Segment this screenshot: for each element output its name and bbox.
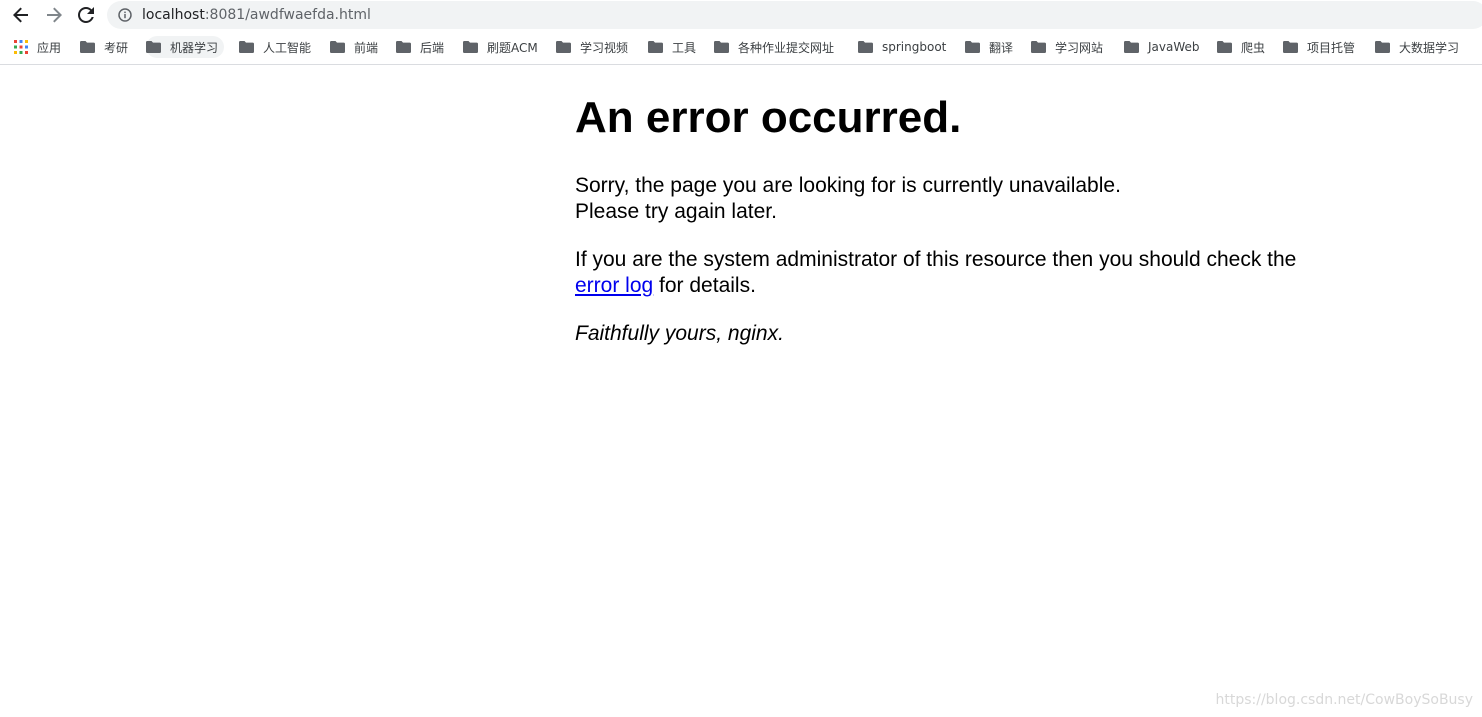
- bookmark-folder[interactable]: springboot: [858, 36, 946, 58]
- bookmark-folder[interactable]: 各种作业提交网址: [714, 36, 834, 58]
- folder-icon: [1283, 41, 1298, 53]
- reload-button[interactable]: [74, 3, 98, 27]
- bookmark-label: 机器学习: [170, 40, 219, 55]
- reload-icon: [78, 7, 94, 23]
- bookmark-folder[interactable]: 刷题ACM: [463, 36, 538, 58]
- bookmark-label: 刷题ACM: [487, 40, 538, 55]
- bookmark-folder[interactable]: 爬虫: [1217, 36, 1265, 58]
- back-arrow-icon: [13, 7, 28, 23]
- bookmark-folder[interactable]: 机器学习: [146, 36, 225, 58]
- bookmark-label: 考研: [104, 40, 129, 55]
- bookmarks-bar: 应用 考研 机器学习 人工智能 前端 后端 刷题ACM 学习视频 工具 各种作业提交网址 sprin…: [0, 36, 1482, 58]
- admin-text: If you are the system administrator of t…: [575, 248, 1297, 271]
- bookmark-label: 项目托管: [1307, 40, 1356, 55]
- bookmark-label: 各种作业提交网址: [738, 40, 835, 55]
- bookmark-folder[interactable]: JavaWeb: [1124, 36, 1200, 58]
- folder-icon: [146, 41, 161, 53]
- bookmark-folder[interactable]: 后端: [396, 36, 444, 58]
- bookmark-label: 人工智能: [263, 40, 312, 55]
- unavailable-message: Sorry, the page you are looking for is c…: [575, 173, 1375, 225]
- folder-icon: [330, 41, 345, 53]
- folder-icon: [80, 41, 95, 53]
- folder-icon: [965, 41, 980, 53]
- bookmark-folder[interactable]: 学习视频: [556, 36, 628, 58]
- folder-icon: [556, 41, 571, 53]
- bookmark-folder[interactable]: 人工智能: [239, 36, 311, 58]
- url-host: localhost: [142, 7, 205, 23]
- bookmark-folder[interactable]: 工具: [648, 36, 696, 58]
- error-log-link[interactable]: error log: [575, 274, 653, 297]
- folder-icon: [1124, 41, 1139, 53]
- folder-icon: [714, 41, 729, 53]
- folder-icon: [1217, 41, 1232, 53]
- bookmark-label: springboot: [882, 40, 947, 54]
- folder-icon: [1031, 41, 1046, 53]
- forward-arrow-icon: [47, 7, 62, 23]
- bookmark-label: 学习视频: [580, 40, 629, 55]
- bookmark-folder[interactable]: 翻译: [965, 36, 1013, 58]
- bookmark-label: 后端: [420, 40, 445, 55]
- bookmark-label: 爬虫: [1241, 40, 1266, 55]
- bookmark-label: 工具: [672, 40, 697, 55]
- admin-message: If you are the system administrator of t…: [575, 247, 1375, 299]
- bookmark-folder[interactable]: 前端: [330, 36, 378, 58]
- bookmark-label: JavaWeb: [1148, 40, 1200, 54]
- error-page-content: An error occurred. Sorry, the page you a…: [575, 90, 1375, 347]
- folder-icon: [1375, 41, 1390, 53]
- unavailable-line-1: Sorry, the page you are looking for is c…: [575, 174, 1121, 197]
- browser-toolbar: localhost:8081/awdfwaefda.html: [0, 0, 1482, 31]
- browser-chrome: localhost:8081/awdfwaefda.html 应用 考研 机器学习 人…: [0, 0, 1482, 65]
- bookmark-folder[interactable]: 考研: [80, 36, 128, 58]
- signature: Faithfully yours, nginx.: [575, 322, 784, 345]
- bookmark-label: 应用: [37, 40, 62, 55]
- info-icon[interactable]: [118, 8, 132, 22]
- folder-icon: [463, 41, 478, 53]
- url-text[interactable]: localhost:8081/awdfwaefda.html: [142, 6, 371, 24]
- folder-icon: [648, 41, 663, 53]
- apps-grid-icon: [14, 40, 28, 54]
- admin-text-end: for details.: [653, 274, 756, 297]
- unavailable-line-2: Please try again later.: [575, 200, 777, 223]
- address-bar[interactable]: localhost:8081/awdfwaefda.html: [107, 1, 1482, 29]
- bookmark-label: 前端: [354, 40, 379, 55]
- forward-button[interactable]: [42, 3, 66, 27]
- bookmark-folder[interactable]: 学习网站: [1031, 36, 1103, 58]
- url-path: :8081/awdfwaefda.html: [204, 7, 371, 23]
- bookmark-apps[interactable]: 应用: [14, 36, 61, 58]
- folder-icon: [858, 41, 873, 53]
- watermark: https://blog.csdn.net/CowBoySoBusy: [1215, 692, 1473, 708]
- bookmark-folder[interactable]: 大数据学习: [1375, 36, 1459, 58]
- folder-icon: [239, 41, 254, 53]
- back-button[interactable]: [9, 3, 33, 27]
- folder-icon: [396, 41, 411, 53]
- bookmark-folder[interactable]: 项目托管: [1283, 36, 1355, 58]
- bookmark-label: 学习网站: [1055, 40, 1104, 55]
- bookmark-label: 翻译: [989, 40, 1014, 55]
- page-title: An error occurred.: [575, 93, 962, 142]
- bookmark-label: 大数据学习: [1399, 40, 1460, 55]
